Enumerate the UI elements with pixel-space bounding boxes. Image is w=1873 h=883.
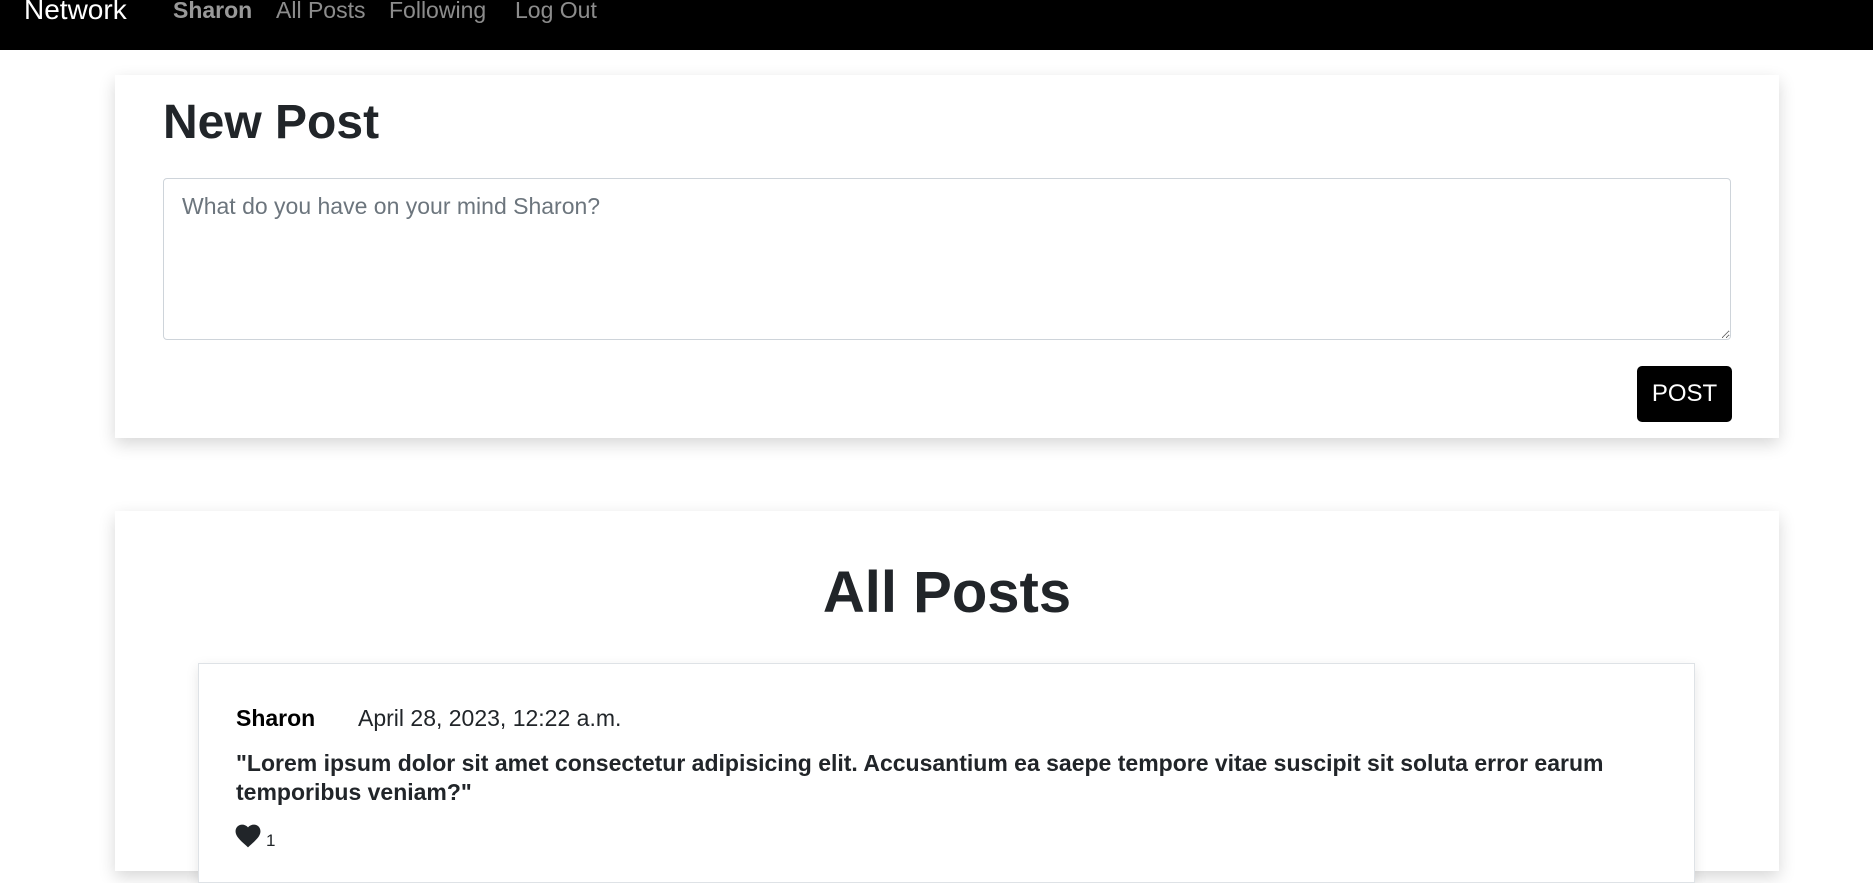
post-content: "Lorem ipsum dolor sit amet consectetur … <box>236 750 1604 805</box>
new-post-textarea[interactable] <box>163 178 1731 340</box>
brand-logo[interactable]: Network <box>24 0 127 28</box>
nav-following-link[interactable]: Following <box>389 0 486 26</box>
post-author-link[interactable]: Sharon <box>236 705 315 732</box>
nav-logout-link[interactable]: Log Out <box>515 0 597 26</box>
all-posts-card: All Posts Sharon April 28, 2023, 12:22 a… <box>115 511 1779 883</box>
post-item: Sharon April 28, 2023, 12:22 a.m. "Lorem… <box>198 663 1695 883</box>
nav-all-posts-link[interactable]: All Posts <box>276 0 365 26</box>
post-timestamp: April 28, 2023, 12:22 a.m. <box>358 705 622 731</box>
post-submit-button[interactable]: POST <box>1637 366 1732 422</box>
heart-icon[interactable] <box>235 824 261 848</box>
like-count: 1 <box>266 831 276 850</box>
new-post-title: New Post <box>163 96 380 149</box>
top-navbar: Network Sharon All Posts Following Log O… <box>0 0 1873 50</box>
all-posts-title: All Posts <box>822 560 1072 625</box>
nav-user-profile-link[interactable]: Sharon <box>173 0 252 26</box>
new-post-card: New Post POST <box>115 75 1779 438</box>
